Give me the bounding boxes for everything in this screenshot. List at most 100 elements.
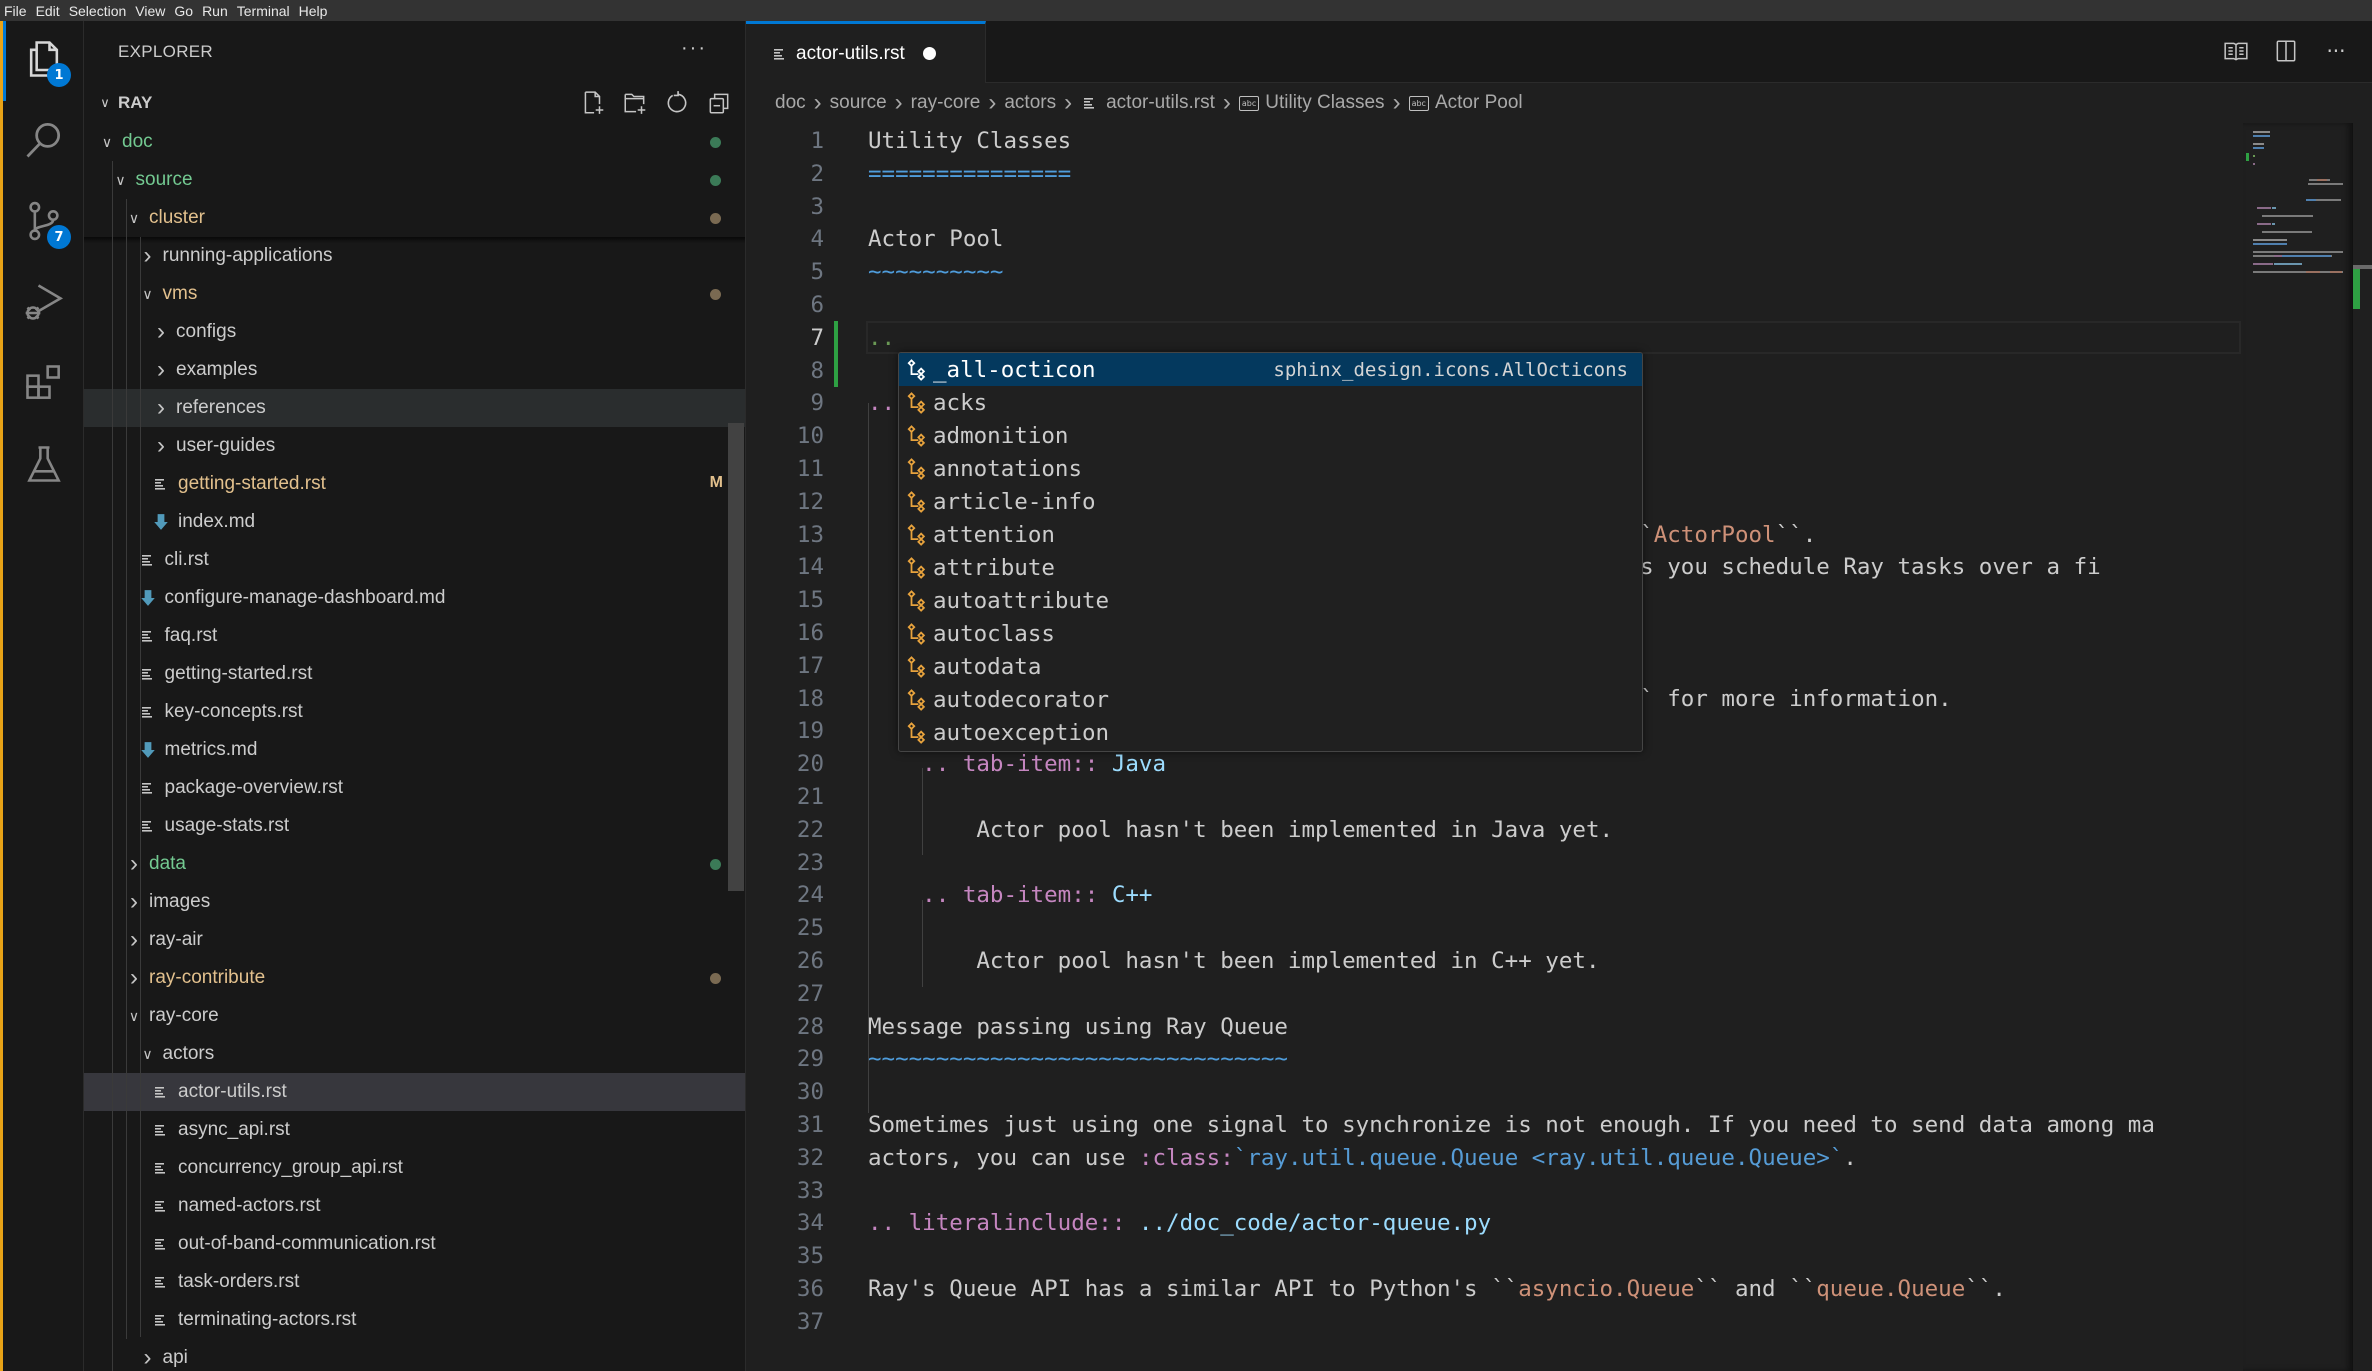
menu-file[interactable]: File xyxy=(4,3,27,19)
minimap-line xyxy=(2259,207,2271,209)
breadcrumb-item[interactable]: doc xyxy=(775,92,806,114)
menu-run[interactable]: Run xyxy=(202,3,228,19)
tree-file[interactable]: getting-started.rst M xyxy=(84,465,745,503)
editor-more-actions-icon[interactable]: ··· xyxy=(2322,37,2350,65)
tree-folder[interactable]: ∨ cluster xyxy=(84,199,745,237)
line-text: actors, you can use :class:`ray.util.que… xyxy=(868,1142,1857,1175)
tree-folder[interactable]: › ray-air xyxy=(84,921,745,959)
tree-file[interactable]: faq.rst xyxy=(84,617,745,655)
tree-folder[interactable]: › examples xyxy=(84,351,745,389)
minimap[interactable] xyxy=(2243,123,2352,1371)
tree-folder[interactable]: › configs xyxy=(84,313,745,351)
token: `ray.util.queue.Queue <ray.util.queue.Qu… xyxy=(1233,1144,1844,1171)
tree-file[interactable]: async_api.rst xyxy=(84,1111,745,1149)
tree-item-label: index.md xyxy=(178,511,256,532)
tree-item-label: faq.rst xyxy=(164,625,218,646)
tree-folder[interactable]: › api xyxy=(84,1339,745,1371)
suggestion-item[interactable]: autodata xyxy=(899,650,1642,683)
tree-file[interactable]: configure-manage-dashboard.md xyxy=(84,579,745,617)
menu-selection[interactable]: Selection xyxy=(69,3,127,19)
breadcrumb-item[interactable]: ray-core xyxy=(911,92,981,114)
suggestion-item[interactable]: article-info xyxy=(899,485,1642,518)
tree-folder[interactable]: › references xyxy=(84,389,745,427)
tree-item-label: source xyxy=(135,169,193,190)
split-editor-icon[interactable] xyxy=(2272,37,2300,65)
activity-extensions[interactable] xyxy=(3,345,84,425)
code-line: 26 Actor pool hasn't been implemented in… xyxy=(746,945,2241,978)
tree-file[interactable]: usage-stats.rst xyxy=(84,807,745,845)
collapse-all-icon[interactable] xyxy=(703,89,735,117)
breadcrumb-item[interactable]: actor-utils.rst xyxy=(1080,92,1215,114)
token: C++ xyxy=(1098,882,1153,909)
tree-folder[interactable]: ∨ source xyxy=(84,161,745,199)
suggestion-item[interactable]: autoexception xyxy=(899,716,1642,749)
suggestion-item[interactable]: autoattribute xyxy=(899,584,1642,617)
tree-file[interactable]: named-actors.rst xyxy=(84,1187,745,1225)
open-preview-icon[interactable] xyxy=(2222,37,2250,65)
tree-file[interactable]: package-overview.rst xyxy=(84,769,745,807)
explorer-scrollbar[interactable] xyxy=(728,423,744,891)
activity-explorer[interactable]: 1 xyxy=(3,21,84,101)
snippet-icon xyxy=(903,422,931,450)
minimap-line xyxy=(2253,147,2264,149)
breadcrumb-item[interactable]: abc Actor Pool xyxy=(1408,92,1523,114)
tree-file[interactable]: task-orders.rst xyxy=(84,1263,745,1301)
tree-file[interactable]: cli.rst xyxy=(84,541,745,579)
suggestion-label: _all-octicon xyxy=(933,356,1096,383)
refresh-icon[interactable] xyxy=(661,89,693,117)
menu-edit[interactable]: Edit xyxy=(36,3,60,19)
tree-folder[interactable]: › ray-contribute xyxy=(84,959,745,997)
suggestion-item[interactable]: attention xyxy=(899,518,1642,551)
new-folder-icon[interactable] xyxy=(619,89,651,117)
tree-folder[interactable]: ∨ vms xyxy=(84,275,745,313)
suggestion-item[interactable]: admonition xyxy=(899,419,1642,452)
explorer-title: EXPLORER xyxy=(118,42,213,61)
tree-folder[interactable]: › user-guides xyxy=(84,427,745,465)
menu-help[interactable]: Help xyxy=(299,3,328,19)
suggestion-item[interactable]: acks xyxy=(899,386,1642,419)
unsaved-dot-icon[interactable] xyxy=(922,47,936,60)
menu-view[interactable]: View xyxy=(135,3,165,19)
chevron-right-icon: › xyxy=(157,356,165,383)
tree-file[interactable]: concurrency_group_api.rst xyxy=(84,1149,745,1187)
activity-source-control[interactable]: 7 xyxy=(3,183,84,263)
tree-folder[interactable]: › images xyxy=(84,883,745,921)
suggestion-item[interactable]: annotations xyxy=(899,452,1642,485)
activity-search[interactable] xyxy=(3,102,84,182)
git-status-dot xyxy=(710,289,721,300)
code-line: 33 xyxy=(746,1175,2241,1208)
workspace-root[interactable]: ∨ RAY xyxy=(84,83,745,123)
editor-scrollbar[interactable] xyxy=(2352,123,2372,1371)
menu-bar: File Edit Selection View Go Run Terminal Help xyxy=(0,0,2372,21)
tree-file[interactable]: index.md xyxy=(84,503,745,541)
line-text: Actor pool hasn't been implemented in C+… xyxy=(868,945,1599,978)
tree-file[interactable]: getting-started.rst xyxy=(84,655,745,693)
new-file-icon[interactable] xyxy=(577,89,609,117)
tree-file[interactable]: key-concepts.rst xyxy=(84,693,745,731)
minimap-line xyxy=(2316,179,2327,181)
activity-testing[interactable] xyxy=(3,426,84,506)
more-actions-icon[interactable]: ··· xyxy=(681,37,707,60)
suggestion-item[interactable]: attribute xyxy=(899,551,1642,584)
suggestion-item[interactable]: autodecorator xyxy=(899,683,1642,716)
tree-folder[interactable]: › data xyxy=(84,845,745,883)
tree-file[interactable]: terminating-actors.rst xyxy=(84,1301,745,1339)
activity-run-debug[interactable] xyxy=(3,264,84,344)
tree-folder[interactable]: ∨ doc xyxy=(84,123,745,161)
tree-file[interactable]: out-of-band-communication.rst xyxy=(84,1225,745,1263)
suggestion-item[interactable]: _all-octicon sphinx_design.icons.AllOctic… xyxy=(899,353,1642,386)
breadcrumb-item[interactable]: actors xyxy=(1004,92,1056,114)
menu-go[interactable]: Go xyxy=(174,3,193,19)
breadcrumb-item[interactable]: source xyxy=(830,92,887,114)
token: .. xyxy=(868,390,896,417)
code-line: 36 Ray's Queue API has a similar API to P… xyxy=(746,1273,2241,1306)
tree-folder[interactable]: ∨ ray-core xyxy=(84,997,745,1035)
tree-file[interactable]: actor-utils.rst xyxy=(84,1073,745,1111)
menu-terminal[interactable]: Terminal xyxy=(237,3,290,19)
suggestion-item[interactable]: autoclass xyxy=(899,617,1642,650)
beaker-icon xyxy=(22,442,66,490)
tab-actor-utils[interactable]: actor-utils.rst xyxy=(746,21,986,83)
tree-file[interactable]: metrics.md xyxy=(84,731,745,769)
tree-folder[interactable]: ∨ actors xyxy=(84,1035,745,1073)
breadcrumb-item[interactable]: abc Utility Classes xyxy=(1238,92,1385,114)
